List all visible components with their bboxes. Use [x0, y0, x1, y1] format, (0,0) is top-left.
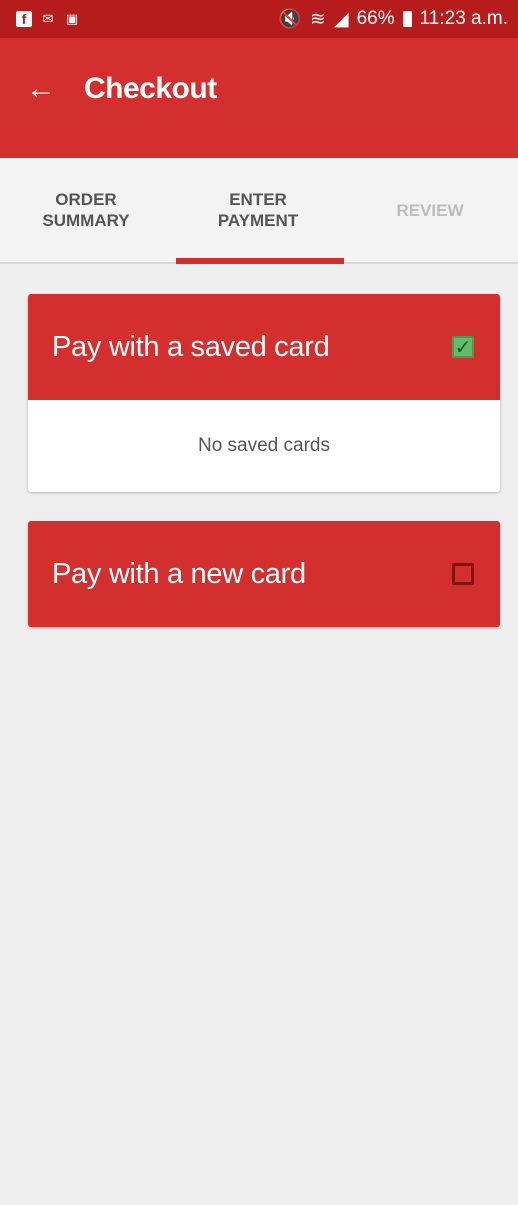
saved-card-checkbox[interactable]: ✓ [452, 336, 474, 359]
mail-icon: ✉ [42, 11, 54, 26]
checkout-steps-tabs: ORDER SUMMARY ENTER PAYMENT REVIEW [0, 158, 518, 264]
tab-enter-payment[interactable]: ENTER PAYMENT [172, 158, 344, 264]
wifi-icon: ≋ [310, 8, 326, 30]
back-arrow-icon[interactable]: ← [26, 74, 56, 104]
clock: 11:23 a.m. [419, 8, 508, 29]
image-icon: ▣ [65, 11, 79, 26]
new-card-panel: Pay with a new card [28, 521, 500, 627]
saved-card-title: Pay with a saved card [52, 330, 330, 363]
page-title: Checkout [84, 72, 217, 105]
saved-card-panel: Pay with a saved card ✓ No saved cards [28, 294, 500, 492]
checkmark-icon: ✓ [454, 336, 472, 359]
app-bar: ← Checkout [0, 38, 518, 158]
tab-label: REVIEW [396, 200, 464, 220]
facebook-icon: f [16, 11, 32, 27]
tab-label: ORDER SUMMARY [42, 190, 130, 230]
saved-card-header[interactable]: Pay with a saved card ✓ [28, 294, 500, 400]
tab-label: ENTER PAYMENT [217, 190, 299, 230]
tab-review[interactable]: REVIEW [344, 158, 516, 262]
battery-icon [402, 11, 412, 27]
battery-percent: 66% [356, 8, 395, 29]
new-card-header[interactable]: Pay with a new card [28, 521, 500, 627]
saved-card-body: No saved cards [28, 400, 500, 492]
no-saved-cards-message: No saved cards [197, 435, 330, 456]
notification-icons: f ✉ ▣ [16, 11, 80, 27]
system-icons: 🔇 ≋ ◢ 66% 11:23 a.m. [278, 7, 508, 31]
status-bar: f ✉ ▣ 🔇 ≋ ◢ 66% 11:23 a.m. [0, 0, 518, 38]
signal-icon: ◢ [333, 8, 349, 30]
new-card-title: Pay with a new card [52, 557, 306, 590]
new-card-checkbox[interactable] [452, 563, 474, 585]
mute-icon: 🔇 [278, 9, 303, 30]
tab-order-summary[interactable]: ORDER SUMMARY [0, 158, 172, 262]
